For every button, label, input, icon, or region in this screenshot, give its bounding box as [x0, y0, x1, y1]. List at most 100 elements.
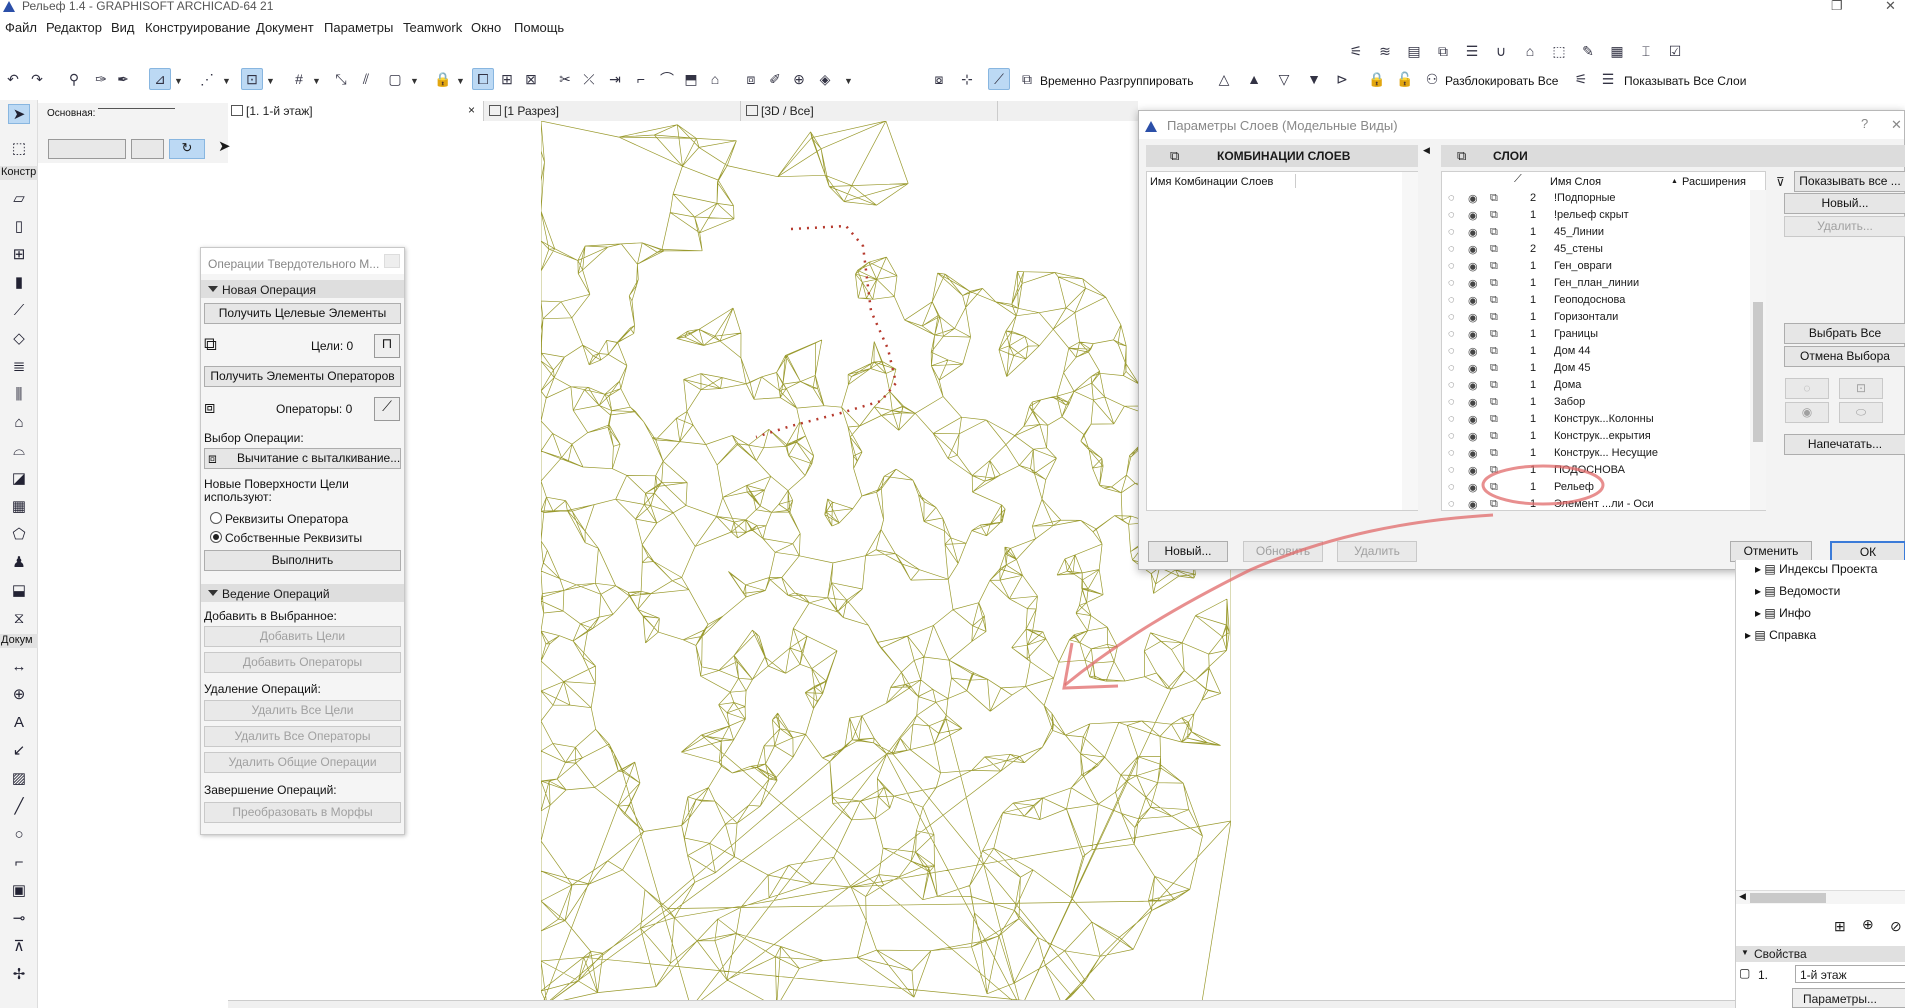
layer-name[interactable]: Забор — [1554, 396, 1585, 408]
lock-icon[interactable]: ◌ — [1448, 498, 1455, 510]
reset-order-icon[interactable]: ⊳ — [1331, 68, 1353, 90]
delete-view-icon[interactable]: ⊘ — [1890, 918, 1902, 935]
zones-icon[interactable]: ⬚ — [1548, 40, 1570, 62]
inject-icon[interactable]: ✒ — [112, 68, 134, 90]
lock-element-icon[interactable]: 🔒 — [1366, 68, 1388, 90]
polyline-tool-icon[interactable]: ⌐ — [8, 852, 30, 872]
redo-icon[interactable]: ↷ — [26, 68, 48, 90]
combos-list[interactable]: Имя Комбинации Слоев — [1146, 171, 1418, 511]
nav-scroll-thumb[interactable] — [1750, 893, 1826, 903]
filter-icon[interactable]: ⊽ — [1776, 175, 1785, 189]
layer-name[interactable]: Конструк...екрытия — [1554, 430, 1651, 442]
visible-toggle-icon[interactable]: ◌ — [1785, 378, 1829, 399]
combos-scrollbar[interactable] — [1402, 172, 1418, 510]
rotation-method-icon[interactable]: ↻ — [169, 139, 205, 159]
print-button[interactable]: Напечатать... — [1784, 434, 1905, 455]
section-manage-operations[interactable]: Ведение Операций — [201, 584, 404, 602]
temp-ungroup-label[interactable]: Временно Разгруппировать — [1040, 74, 1194, 88]
eye-icon[interactable]: ◉ — [1468, 226, 1478, 239]
lock-icon[interactable]: 🔒 — [432, 68, 454, 90]
label-tool-icon[interactable]: ↙ — [8, 740, 30, 760]
layer-row[interactable]: ◌ ◉ ⧉ 1 Элемент ...ли - Оси — [1442, 496, 1750, 513]
lock-icon[interactable]: ◌ — [1448, 413, 1455, 425]
lock-toggle-icon[interactable]: ⊡ — [1839, 378, 1883, 399]
layer-model-icon[interactable]: ⧉ — [1490, 260, 1498, 273]
render-icon[interactable]: ◈ — [814, 68, 836, 90]
unlock-all-icon[interactable]: ⚇ — [1421, 68, 1443, 90]
skylight-tool-icon[interactable]: ◪ — [8, 468, 30, 488]
lock-icon[interactable]: ◌ — [1448, 328, 1455, 340]
lock-icon[interactable]: ◌ — [1448, 209, 1455, 221]
snap-dropdown-icon[interactable]: ▼ — [222, 76, 231, 86]
menu-view[interactable]: Вид — [111, 20, 135, 35]
tab-section[interactable]: [1 Разрез] — [486, 101, 741, 121]
menu-options[interactable]: Параметры — [324, 20, 393, 35]
nav-item-help[interactable]: ▸ ▤ Справка — [1745, 628, 1816, 642]
menu-design[interactable]: Конструирование — [145, 20, 250, 35]
sort-ascending-icon[interactable]: ▲ — [1671, 178, 1678, 185]
menu-help[interactable]: Помощь — [514, 20, 564, 35]
adjust-icon[interactable]: ⤫ — [578, 68, 600, 90]
eye-icon[interactable]: ◉ — [1468, 345, 1478, 358]
add-operators-button[interactable]: Добавить Операторы — [204, 652, 401, 673]
remove-common-operations-button[interactable]: Удалить Общие Операции — [204, 752, 401, 773]
lock-icon[interactable]: ◌ — [1448, 243, 1455, 255]
fill-tool-icon[interactable]: ▨ — [8, 768, 30, 788]
lock-icon[interactable]: ◌ — [1448, 362, 1455, 374]
roof-icon[interactable]: ⌂ — [704, 68, 726, 90]
curtain-wall-tool-icon[interactable]: ▦ — [8, 496, 30, 516]
fillet-icon[interactable]: ⌐ — [630, 68, 652, 90]
properties-header[interactable]: ▼ Свойства — [1736, 946, 1905, 962]
eye-icon[interactable]: ◉ — [1468, 243, 1478, 256]
collapse-icon[interactable]: ▼ — [1741, 948, 1749, 957]
pointer-icon[interactable]: ➤ — [218, 137, 231, 155]
ok-button[interactable]: ОК — [1830, 541, 1905, 562]
distribute-icon[interactable]: ⊹ — [956, 68, 978, 90]
expand-icon[interactable]: ▸ — [1755, 606, 1761, 620]
execute-button[interactable]: Выполнить — [204, 550, 401, 571]
grid-icon[interactable]: # — [288, 68, 310, 90]
scroll-left-icon[interactable]: ◀ — [1739, 891, 1746, 902]
section-new-operation[interactable]: Новая Операция — [201, 280, 404, 298]
close-window-icon[interactable]: ✕ — [1885, 0, 1896, 14]
cancel-button[interactable]: Отменить — [1730, 541, 1812, 562]
intersection-group[interactable]: 1 — [1530, 447, 1536, 459]
eye-icon[interactable]: ◉ — [1468, 209, 1478, 222]
lock-icon[interactable]: ◌ — [1448, 430, 1455, 442]
operation-selector[interactable]: Вычитание с выталкивание... — [204, 448, 401, 469]
show-all-layers-label[interactable]: Показывать Все Слои — [1624, 74, 1746, 88]
grid-element-tool-icon[interactable]: ✢ — [8, 964, 30, 984]
show-all-layers-icon[interactable]: ☰ — [1597, 68, 1619, 90]
intersection-group[interactable]: 1 — [1530, 345, 1536, 357]
layer-row[interactable]: ◌ ◉ ⧉ 1 Геоподоснова — [1442, 292, 1750, 309]
story-name-field[interactable]: 1-й этаж — [1795, 965, 1905, 983]
eye-icon[interactable]: ◉ — [1468, 277, 1478, 290]
circle-tool-icon[interactable]: ○ — [8, 824, 30, 844]
layer-row[interactable]: ◌ ◉ ⧉ 1 Конструк...Колонны — [1442, 411, 1750, 428]
restore-window-icon[interactable]: ❐ — [1831, 0, 1843, 14]
drawing-tool-icon[interactable]: ▣ — [8, 880, 30, 900]
move-bottom-icon[interactable]: ▼ — [1303, 68, 1325, 90]
layer-row[interactable]: ◌ ◉ ⧉ 1 45_Линии — [1442, 224, 1750, 241]
grid-dropdown-icon[interactable]: ▼ — [312, 76, 321, 86]
layer-name[interactable]: Элемент ...ли - Оси — [1554, 498, 1654, 510]
tab-close-icon[interactable]: × — [468, 103, 475, 117]
eye-icon[interactable]: ◉ — [1468, 260, 1478, 273]
parallel-icon[interactable]: ⫽ — [355, 68, 377, 90]
intersection-group[interactable]: 1 — [1530, 311, 1536, 323]
layer-model-icon[interactable]: ⧉ — [1490, 430, 1498, 443]
solid-ops-icon[interactable]: ⧈ — [740, 68, 762, 90]
lock-icon[interactable]: ◌ — [1448, 192, 1455, 204]
layer-model-icon[interactable]: ⧉ — [1490, 345, 1498, 358]
layer-row[interactable]: ◌ ◉ ⧉ 2 !Подпорные — [1442, 190, 1750, 207]
layer-name-column-header[interactable]: Имя Слоя — [1550, 176, 1601, 188]
layer-model-icon[interactable]: ⧉ — [1490, 464, 1498, 477]
nav-item-schedules[interactable]: ▸ ▤ Ведомости — [1755, 584, 1840, 598]
layer-row[interactable]: ◌ ◉ ⧉ 1 !рельеф скрыт — [1442, 207, 1750, 224]
layer-row[interactable]: ◌ ◉ ⧉ 1 Границы — [1442, 326, 1750, 343]
roof-tool-icon[interactable]: ⌂ — [8, 412, 30, 432]
marquee-tool-icon[interactable]: ⬚ — [8, 138, 30, 158]
intersection-group[interactable]: 1 — [1530, 464, 1536, 476]
panel-close-icon[interactable] — [384, 254, 400, 268]
nav-item-info[interactable]: ▸ ▤ Инфо — [1755, 606, 1811, 620]
